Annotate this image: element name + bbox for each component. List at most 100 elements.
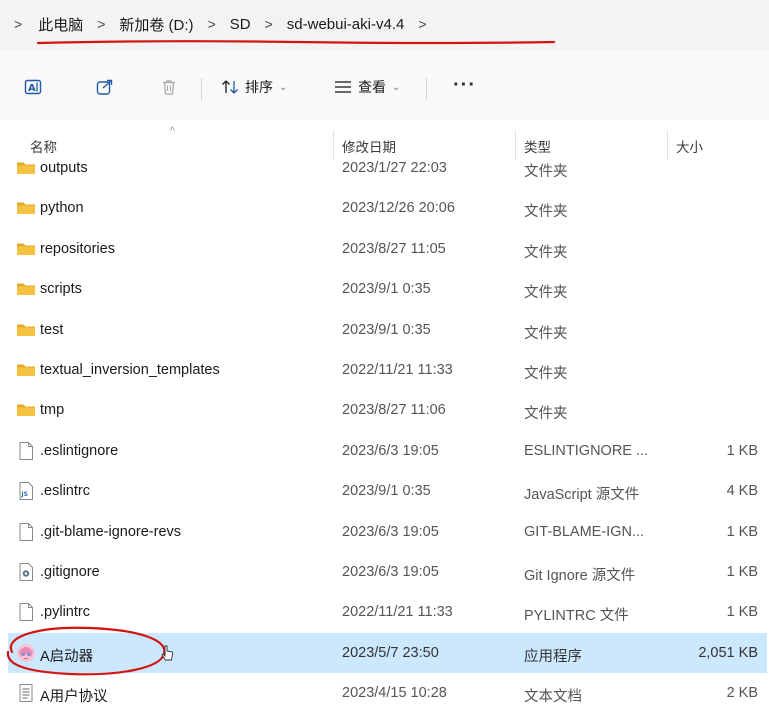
file-type: GIT-BLAME-IGN... [524,523,645,540]
file-type: 文件夹 [524,285,568,302]
file-modified: 2023/12/26 20:06 [342,200,455,217]
file-size: 2,051 KB [698,644,758,661]
view-list-icon [335,81,351,93]
file-name: scripts [40,281,82,298]
file-row[interactable]: A用户协议 2023/4/15 10:28 文本文档 2 KB [8,673,767,713]
chevron-right-icon[interactable]: > [85,16,117,32]
file-modified: 2022/11/21 11:33 [342,362,453,378]
file-size: 1 KB [726,604,758,621]
sort-icon [222,80,238,94]
file-name: .gitignore [40,564,100,580]
file-modified: 2023/6/3 19:05 [342,442,439,459]
toolbar-divider [426,78,427,100]
settings-file-icon [16,562,36,582]
file-type: 应用程序 [524,648,582,665]
file-name: .eslintrc [40,483,90,500]
text-file-icon [16,683,36,703]
folder-icon [16,320,36,340]
file-name: .eslintignore [40,442,119,459]
file-size: 1 KB [726,523,758,540]
breadcrumb-item[interactable]: 此电脑 [36,14,85,35]
command-bar: A 排序 ⌄ 查看 ⌄ ··· [0,50,769,120]
file-icon [16,602,36,622]
share-icon [96,79,113,95]
toolbar-divider [201,78,202,100]
file-row[interactable]: test 2023/9/1 0:35 文件夹 [8,310,767,350]
chevron-down-icon: ⌄ [279,81,288,93]
file-modified: 2023/9/1 0:35 [342,483,431,500]
chevron-right-icon[interactable]: > [196,16,228,32]
view-label: 查看 [358,79,386,95]
file-type: 文件夹 [524,164,568,180]
file-name: textual_inversion_templates [40,362,220,378]
file-icon [16,522,36,542]
file-name: .git-blame-ignore-revs [40,523,182,540]
file-type: 文件夹 [524,325,568,342]
file-type: Git Ignore 源文件 [524,568,636,584]
js-file-icon: JS [16,481,36,501]
file-name: repositories [40,240,115,257]
file-name: test [40,321,64,338]
svg-text:A: A [28,83,36,94]
folder-icon [16,198,36,218]
file-modified: 2023/1/27 22:03 [342,160,447,176]
file-modified: 2023/8/27 11:06 [342,402,446,419]
file-modified: 2023/4/15 10:28 [342,685,447,702]
file-type: 文件夹 [524,406,568,423]
file-size: 1 KB [726,564,758,580]
chevron-down-icon: ⌄ [392,81,401,93]
delete-button[interactable] [160,74,178,100]
file-row[interactable]: python 2023/12/26 20:06 文件夹 [8,188,767,228]
trash-icon [163,80,175,95]
share-button[interactable] [96,74,114,100]
sort-label: 排序 [245,79,273,95]
sort-button[interactable]: 排序 ⌄ [221,74,287,100]
file-modified: 2023/9/1 0:35 [342,321,431,338]
file-icon [16,441,36,461]
file-row[interactable]: scripts 2023/9/1 0:35 文件夹 [8,269,767,309]
file-modified: 2023/8/27 11:05 [342,240,446,257]
file-name: python [40,200,84,217]
file-row[interactable]: .gitignore 2023/6/3 19:05 Git Ignore 源文件 1 … [8,552,767,592]
file-modified: 2023/9/1 0:35 [342,281,431,298]
rename-button[interactable]: A [24,74,42,100]
file-type: 文件夹 [524,366,568,382]
file-type: 文件夹 [524,204,568,221]
file-row[interactable]: tmp 2023/8/27 11:06 文件夹 [8,390,767,430]
file-size: 2 KB [726,685,758,702]
chevron-right-icon[interactable]: > [253,16,285,32]
folder-icon [16,400,36,420]
file-row[interactable]: outputs 2023/1/27 22:03 文件夹 [8,148,767,188]
file-size: 1 KB [726,442,758,459]
file-type: ESLINTIGNORE ... [524,442,649,459]
file-name: tmp [40,402,65,419]
file-row[interactable]: JS .eslintrc 2023/9/1 0:35 JavaScript 源文件 4 … [8,471,767,511]
svg-text:JS: JS [20,491,28,498]
file-row[interactable]: .pylintrc 2022/11/21 11:33 PYLINTRC 文件 1 KB [8,592,767,632]
file-name: .pylintrc [40,604,90,621]
file-modified: 2022/11/21 11:33 [342,604,453,621]
view-button[interactable]: 查看 ⌄ [334,74,400,100]
file-size: 4 KB [726,483,758,500]
breadcrumb-item[interactable]: SD [228,16,253,33]
file-name: A用户协议 [40,689,108,706]
file-row[interactable]: repositories 2023/8/27 11:05 文件夹 [8,229,767,269]
more-options-button[interactable]: ··· [453,75,476,95]
file-type: JavaScript 源文件 [524,487,640,504]
address-bar[interactable]: > 此电脑 > 新加卷 (D:) > SD > sd-webui-aki-v4.4 > [0,0,769,50]
file-name: outputs [40,160,88,176]
chevron-right-icon[interactable]: > [8,16,36,32]
file-row[interactable]: .git-blame-ignore-revs 2023/6/3 19:05 GIT-… [8,512,767,552]
file-modified: 2023/6/3 19:05 [342,564,439,580]
file-row[interactable]: A启动器 2023/5/7 23:50 应用程序 2,051 KB [8,632,767,673]
breadcrumb-item[interactable]: sd-webui-aki-v4.4 [285,16,407,33]
breadcrumb-item[interactable]: 新加卷 (D:) [117,14,195,35]
file-type: PYLINTRC 文件 [524,608,629,625]
app-icon [16,643,36,663]
folder-icon [16,239,36,259]
folder-icon [16,158,36,178]
chevron-right-icon[interactable]: > [406,16,438,32]
file-row[interactable]: .eslintignore 2023/6/3 19:05 ESLINTIGNORE … [8,431,767,471]
file-modified: 2023/5/7 23:50 [342,644,439,661]
file-row[interactable]: textual_inversion_templates 2022/11/21 11… [8,350,767,390]
